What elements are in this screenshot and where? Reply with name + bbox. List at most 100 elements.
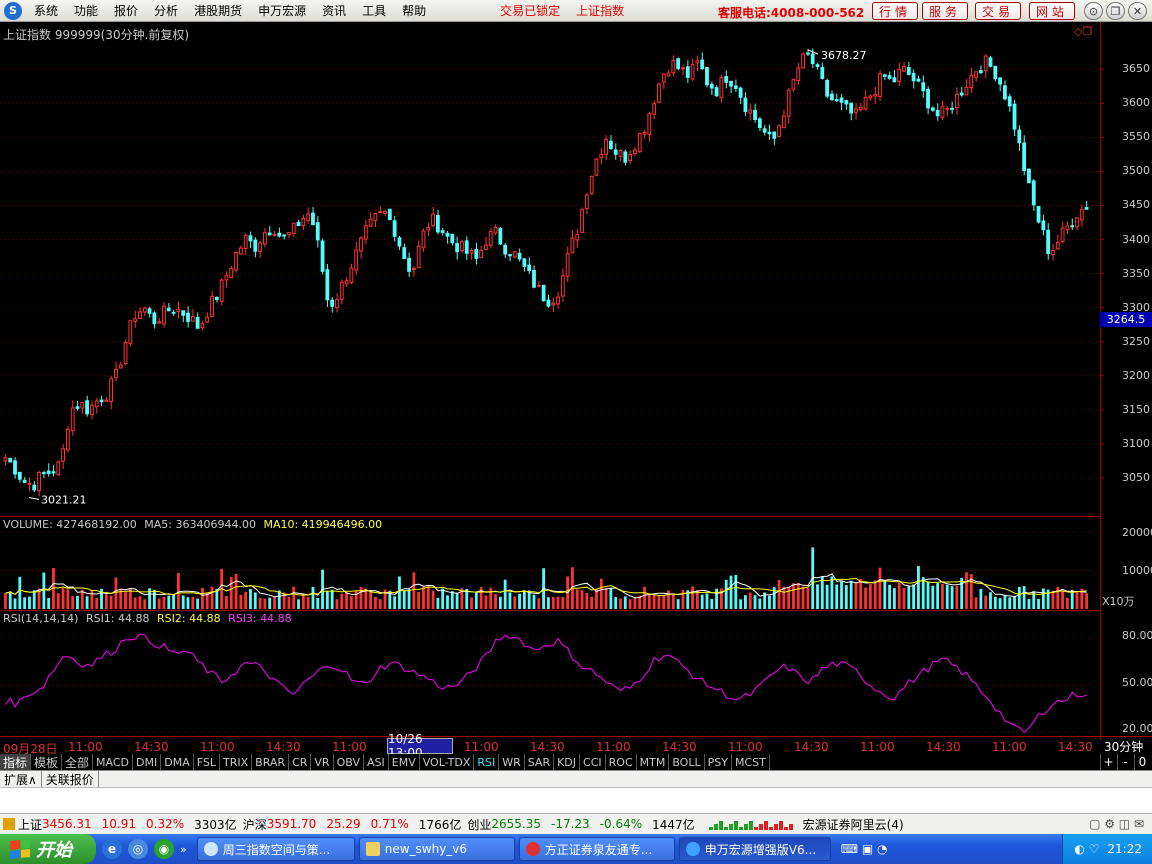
tab-asi[interactable]: ASI [364, 754, 389, 770]
close-icon[interactable]: ✕ [1128, 2, 1147, 20]
candle-body [387, 208, 392, 221]
tab-sar[interactable]: SAR [525, 754, 555, 770]
volume-bar [297, 599, 300, 609]
desktop-icon[interactable]: ◎ [128, 839, 148, 859]
menu-info[interactable]: 资讯 [314, 2, 354, 19]
start-button[interactable]: 开始 [0, 834, 96, 864]
menu-swhy[interactable]: 申万宏源 [250, 2, 314, 19]
candle-body [762, 128, 767, 133]
tab-wr[interactable]: WR [499, 754, 525, 770]
tab-template[interactable]: 模板 [31, 754, 63, 770]
task-item[interactable]: 方正证券泉友通专... [518, 837, 675, 861]
tab-cci[interactable]: CCI [580, 754, 606, 770]
kline-chart-panel[interactable]: 上证指数 999999(30分钟.前复权) ◇❐ 3678.27 3021.21 … [0, 22, 1152, 760]
candle-body [320, 240, 325, 272]
candle-body [608, 140, 613, 149]
candle-body [70, 407, 75, 432]
menu-analysis[interactable]: 分析 [146, 2, 186, 19]
candle-body [85, 400, 89, 415]
candle-body [190, 316, 195, 322]
quicklaunch-more-icon[interactable]: » [180, 843, 187, 856]
tab-roc[interactable]: ROC [606, 754, 637, 770]
rsi3-value: RSI3: 44.88 [228, 612, 292, 625]
price-axis-line [1100, 22, 1101, 740]
price-tick-label: 3200 [1122, 368, 1150, 382]
candle-body [594, 158, 599, 176]
tab-emv[interactable]: EMV [389, 754, 420, 770]
candle-body [445, 232, 450, 237]
task-item[interactable]: new_swhy_v6 [358, 837, 515, 861]
volume-bar [186, 597, 190, 609]
volume-bar [748, 592, 752, 609]
trade-button[interactable]: 交易 [975, 2, 1021, 20]
tab-indicator[interactable]: 指标 [0, 754, 32, 770]
menu-system[interactable]: 系统 [26, 2, 66, 19]
period-selector[interactable]: 30分钟 [1104, 738, 1143, 755]
candle-body [642, 131, 647, 135]
website-button[interactable]: 网站 [1029, 2, 1075, 20]
market-button[interactable]: 行情 [872, 2, 918, 20]
tray-extra-icons[interactable]: ⌨ ▣ ◔ [841, 842, 888, 856]
extreme-markers: 3678.27 3021.21 [28, 49, 867, 507]
volume-bar [104, 594, 108, 609]
server-name[interactable]: 宏源证券阿里云(4) [803, 816, 904, 833]
candle-body [291, 222, 296, 235]
candle-body [825, 79, 830, 97]
tab-kdj[interactable]: KDJ [554, 754, 581, 770]
candle-body [930, 107, 935, 111]
related-quote-tab[interactable]: 关联报价 [42, 771, 99, 787]
menu-tools[interactable]: 工具 [354, 2, 394, 19]
tab-boll[interactable]: BOLL [669, 754, 705, 770]
tab-fsl[interactable]: FSL [194, 754, 220, 770]
candle-body [383, 210, 387, 215]
volume-bar [244, 591, 248, 609]
tab-dma[interactable]: DMA [161, 754, 194, 770]
candle-body [8, 457, 13, 463]
candle-body [287, 232, 291, 236]
market-icon[interactable] [3, 818, 15, 830]
ie-icon[interactable]: e [102, 839, 122, 859]
breadth-segment [753, 827, 758, 830]
candle-body [142, 307, 147, 313]
zoom-in-button[interactable]: + [1100, 754, 1116, 770]
zoom-out-button[interactable]: - [1117, 754, 1133, 770]
menu-function[interactable]: 功能 [66, 2, 106, 19]
candle-body [916, 78, 921, 82]
menu-help[interactable]: 帮助 [394, 2, 434, 19]
expand-tab[interactable]: 扩展∧ [0, 771, 42, 787]
tab-mtm[interactable]: MTM [637, 754, 670, 770]
menu-quote[interactable]: 报价 [106, 2, 146, 19]
candle-body [411, 267, 416, 270]
task-item-active[interactable]: 申万宏源增强版V6... [678, 837, 831, 861]
candle-body [546, 299, 551, 307]
volume-bar [739, 599, 743, 609]
service-button[interactable]: 服务 [922, 2, 968, 20]
task-item[interactable]: 周三指数空间与策... [196, 837, 355, 861]
volume-bar [167, 595, 171, 609]
tab-mcst[interactable]: MCST [732, 754, 770, 770]
tab-rsi[interactable]: RSI [474, 754, 500, 770]
tab-vr[interactable]: VR [311, 754, 334, 770]
settings-icon[interactable]: ⊙ [1084, 2, 1103, 20]
restore-icon[interactable]: ❐ [1106, 2, 1125, 20]
tab-all[interactable]: 全部 [62, 754, 94, 770]
tab-psy[interactable]: PSY [705, 754, 732, 770]
reset-button[interactable]: 0 [1134, 754, 1150, 770]
menu-hk-futures[interactable]: 港股期货 [186, 2, 250, 19]
candle-body [171, 311, 176, 314]
tab-trix[interactable]: TRIX [220, 754, 253, 770]
volume-bars [4, 547, 1088, 609]
tab-vol-tdx[interactable]: VOL-TDX [420, 754, 475, 770]
tab-macd[interactable]: MACD [93, 754, 134, 770]
app-logo-icon[interactable]: S [4, 1, 22, 20]
browser-icon[interactable]: ◉ [154, 839, 174, 859]
status-tray-icons[interactable]: ▢ ⚙ ◫ ✉ [1089, 817, 1144, 831]
tray-icons[interactable]: ◐ ♡ [1074, 842, 1099, 856]
tab-dmi[interactable]: DMI [133, 754, 162, 770]
tab-brar[interactable]: BRAR [252, 754, 290, 770]
candle-body [604, 139, 608, 156]
tab-cr[interactable]: CR [289, 754, 312, 770]
volume-bar [537, 598, 541, 609]
tab-obv[interactable]: OBV [334, 754, 364, 770]
candle-body [455, 243, 460, 253]
